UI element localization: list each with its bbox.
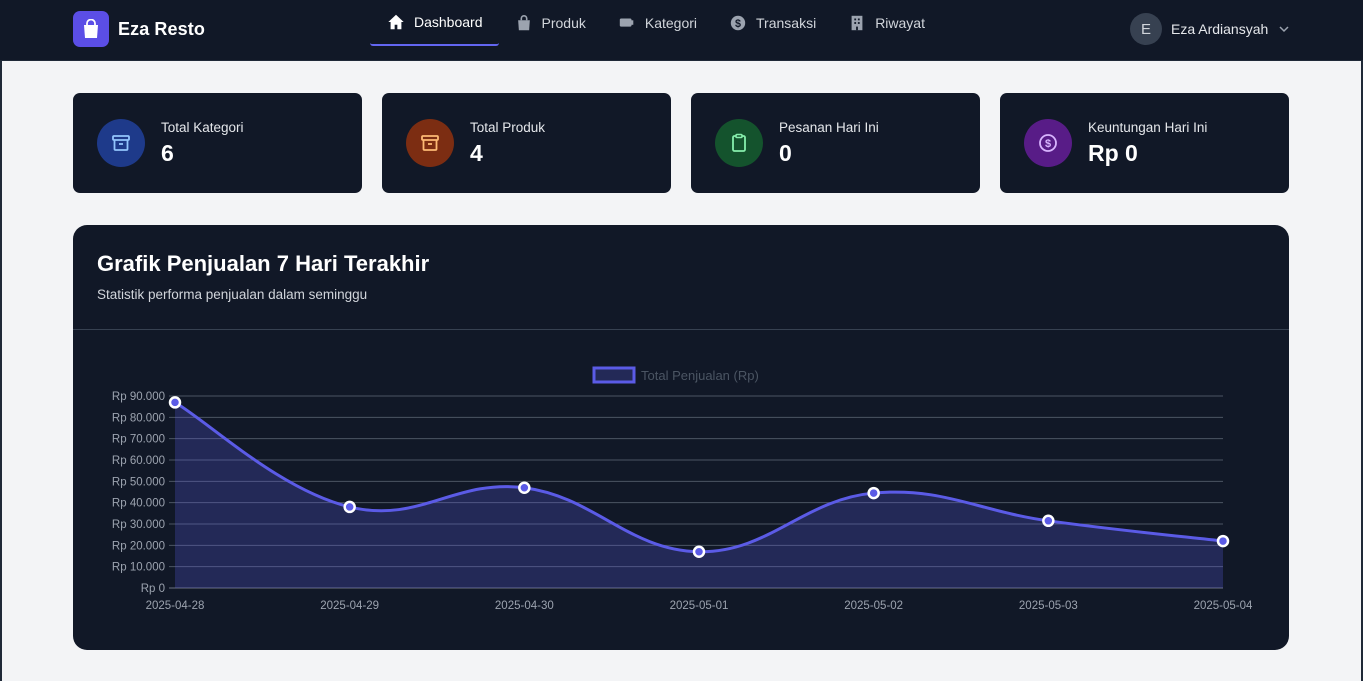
panel-title: Grafik Penjualan 7 Hari Terakhir: [97, 251, 430, 276]
stat-card-keuntungan-hari-ini: $ Keuntungan Hari Ini Rp 0: [1000, 93, 1289, 193]
y-tick-label: Rp 80.000: [112, 412, 165, 424]
user-menu[interactable]: E Eza Ardiansyah: [1130, 13, 1291, 45]
avatar: E: [1130, 13, 1162, 45]
main-nav: Dashboard Produk Kategori $ Transaksi Ri…: [370, 0, 941, 61]
y-tick-label: Rp 50.000: [112, 476, 165, 488]
nav-label-riwayat: Riwayat: [875, 15, 925, 31]
data-point: [1042, 514, 1055, 528]
x-tick-label: 2025-04-28: [146, 600, 205, 612]
nav-item-transaksi[interactable]: $ Transaksi: [713, 0, 832, 46]
stat-value: 4: [470, 139, 483, 166]
nav-label-kategori: Kategori: [644, 15, 698, 31]
stat-label: Keuntungan Hari Ini: [1088, 119, 1208, 135]
y-tick-label: Rp 40.000: [112, 498, 165, 510]
top-navbar: Eza Resto Dashboard Produk Kategori $ Tr…: [0, 0, 1363, 61]
stat-label: Total Kategori: [161, 119, 244, 135]
dollar-icon: $: [730, 15, 746, 31]
data-point: [1216, 534, 1230, 548]
tag-icon: [619, 18, 634, 27]
x-tick-label: 2025-05-01: [670, 600, 729, 612]
y-tick-label: Rp 90.000: [112, 391, 165, 403]
legend-swatch: [592, 366, 636, 384]
stat-label: Total Produk: [470, 119, 546, 135]
sales-chart-panel: Grafik Penjualan 7 Hari Terakhir Statist…: [73, 225, 1289, 650]
stat-value: Rp 0: [1088, 139, 1138, 166]
panel-subtitle: Statistik performa penjualan dalam semin…: [97, 287, 368, 302]
nav-label-produk: Produk: [541, 15, 586, 31]
y-tick-label: Rp 0: [141, 583, 165, 595]
stat-card-total-kategori: Total Kategori 6: [73, 93, 362, 193]
stat-card-total-produk: Total Produk 4: [382, 93, 671, 193]
shopping-bag-logo-icon: [73, 11, 109, 47]
brand-name: Eza Resto: [118, 18, 205, 39]
nav-item-dashboard[interactable]: Dashboard: [370, 0, 499, 46]
nav-item-riwayat[interactable]: Riwayat: [832, 0, 941, 46]
data-point: [692, 545, 706, 558]
nav-item-kategori[interactable]: Kategori: [602, 0, 713, 46]
clipboard-icon: [715, 119, 763, 167]
data-point: [168, 396, 182, 409]
stat-value: 0: [779, 139, 792, 166]
panel-header: Grafik Penjualan 7 Hari Terakhir Statist…: [73, 225, 1289, 330]
x-tick-label: 2025-05-03: [1019, 600, 1078, 612]
chart-area: Rp 0 Rp 10.000 Rp 20.000 Rp 30.000 Rp 40.000…: [73, 331, 1289, 650]
svg-text:$: $: [735, 18, 741, 30]
brand[interactable]: Eza Resto: [73, 11, 205, 47]
y-tick-label: Rp 70.000: [112, 434, 165, 446]
nav-item-produk[interactable]: Produk: [499, 0, 602, 46]
dollar-circle-icon: $: [1024, 119, 1072, 167]
chevron-down-icon: [1279, 26, 1289, 33]
archive-icon: [97, 119, 145, 167]
shopping-bag-icon: [517, 15, 530, 31]
stat-label: Pesanan Hari Ini: [779, 119, 879, 135]
legend-label: Total Penjualan (Rp): [641, 368, 759, 383]
stat-card-pesanan-hari-ini: Pesanan Hari Ini 0: [691, 93, 980, 193]
y-tick-label: Rp 20.000: [112, 540, 165, 552]
sales-line-chart[interactable]: Rp 0 Rp 10.000 Rp 20.000 Rp 30.000 Rp 40.000…: [73, 331, 1289, 650]
nav-label-dashboard: Dashboard: [414, 14, 483, 30]
series-area-fill: [175, 402, 1223, 588]
svg-text:$: $: [1045, 138, 1051, 150]
x-tick-label: 2025-04-29: [320, 600, 379, 612]
y-tick-label: Rp 10.000: [112, 562, 165, 574]
home-icon: [388, 14, 404, 30]
archive-icon: [406, 119, 454, 167]
user-name: Eza Ardiansyah: [1171, 21, 1269, 37]
stats-row: Total Kategori 6 Total Produk 4 Pesanan …: [73, 93, 1289, 193]
stat-value: 6: [161, 139, 174, 166]
nav-label-transaksi: Transaksi: [756, 15, 817, 31]
y-tick-label: Rp 60.000: [112, 455, 165, 467]
y-tick-label: Rp 30.000: [112, 519, 165, 531]
data-point: [518, 481, 531, 494]
building-icon: [851, 15, 863, 31]
x-tick-label: 2025-05-04: [1194, 600, 1253, 612]
x-tick-label: 2025-04-30: [495, 600, 554, 612]
data-point: [867, 486, 880, 500]
data-point: [343, 500, 356, 514]
x-tick-label: 2025-05-02: [844, 600, 903, 612]
